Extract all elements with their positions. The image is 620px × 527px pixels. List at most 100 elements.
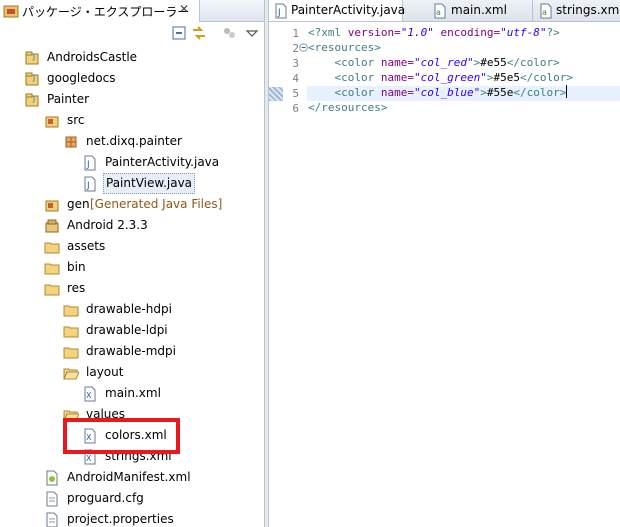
svg-text:J: J: [32, 74, 35, 82]
explorer-title: パッケージ・エクスプローラー: [22, 5, 190, 19]
line-number: 2: [292, 42, 299, 55]
folder-open-icon: [63, 368, 79, 380]
xml-tag: <color: [334, 56, 375, 69]
line-number: 4: [292, 72, 299, 85]
folder-icon: [63, 305, 79, 317]
xml-attr: encoding=: [433, 26, 501, 39]
xml-tag: <color: [334, 86, 375, 99]
xml-file-icon: a: [434, 3, 446, 19]
tree-item-label: drawable-ldpi: [86, 323, 168, 337]
tab-package-explorer[interactable]: パッケージ・エクスプローラー ✕: [0, 0, 200, 22]
tree-item-decoration: [Generated Java Files]: [90, 197, 223, 211]
svg-text:J: J: [86, 181, 90, 191]
xml-attr-value: "col_blue": [414, 86, 481, 99]
folder-icon: [63, 347, 79, 359]
tree-item-label: Android 2.3.3: [67, 218, 148, 232]
file-icon: [46, 491, 58, 507]
svg-text:a: a: [542, 8, 547, 17]
xml-attr: version=: [341, 26, 401, 39]
xml-tag: <color: [334, 71, 375, 84]
xml-text: #5e5: [493, 71, 520, 84]
svg-text:X: X: [86, 391, 92, 400]
android-project-icon: J: [25, 72, 39, 86]
tree-item-label: layout: [86, 365, 124, 379]
tab-label: strings.xml: [556, 3, 620, 17]
xml-text: #e55: [480, 56, 507, 69]
xml-editor: J PainterActivity.java a main.xml a stri…: [269, 0, 620, 527]
line-number: 1: [292, 27, 299, 40]
xml-decl-close: ?>: [546, 26, 560, 39]
explorer-tab-bar: パッケージ・エクスプローラー ✕: [0, 0, 264, 22]
android-manifest-icon: [46, 470, 58, 486]
package-explorer-view: パッケージ・エクスプローラー ✕ J AndroidsCastle Jgoogled…: [0, 0, 264, 527]
tree-item-label: googledocs: [47, 71, 116, 85]
android-project-icon: J: [25, 51, 39, 65]
xml-attr: name=: [374, 86, 414, 99]
xml-tag: </color>: [513, 86, 567, 99]
xml-tag: <resources>: [308, 41, 381, 54]
xml-tag: </color>: [506, 56, 560, 69]
folder-icon: [44, 284, 60, 296]
filter-icon[interactable]: [222, 25, 238, 41]
folder-icon: [44, 242, 60, 254]
xml-attr: name=: [374, 56, 414, 69]
tree-item-label: drawable-hdpi: [86, 302, 172, 316]
svg-text:J: J: [86, 160, 90, 170]
tree-item-label: AndroidManifest.xml: [67, 470, 191, 484]
tab-main-xml[interactable]: a main.xml: [403, 0, 533, 21]
line-number: 3: [292, 57, 299, 70]
tree-item-label: main.xml: [105, 386, 161, 400]
xml-attr-value: "col_green": [414, 71, 487, 84]
fold-collapse-icon[interactable]: [299, 43, 308, 52]
tree-item-label: PainterActivity.java: [105, 155, 220, 169]
tree-item-label: res: [67, 281, 86, 295]
collapse-all-icon[interactable]: [171, 25, 187, 41]
xml-attr-value: "utf-8": [500, 26, 547, 39]
link-with-editor-icon[interactable]: [191, 25, 207, 41]
svg-text:J: J: [32, 95, 35, 103]
android-project-icon: J: [25, 93, 39, 107]
explorer-toolbar: [0, 22, 264, 44]
view-menu-icon[interactable]: [244, 25, 260, 41]
code-line-2: <resources>: [308, 40, 381, 55]
xml-decl-open: <?xml: [308, 26, 342, 39]
close-icon[interactable]: ✕: [179, 2, 189, 16]
folder-icon: [63, 326, 79, 338]
code-line-5: <color name="col_blue">#55e</color>: [308, 85, 568, 100]
library-icon: [45, 219, 59, 233]
source-folder-icon: [45, 200, 59, 212]
xml-attr-value: "col_red": [414, 56, 474, 69]
java-file-icon: J: [84, 155, 96, 171]
text-cursor: [566, 85, 568, 98]
tree-item-label: drawable-mdpi: [86, 344, 176, 358]
xml-tag: </color>: [519, 71, 573, 84]
tree-item-label: PaintView.java: [103, 173, 196, 194]
xml-tag: </resources>: [308, 101, 388, 114]
editor-text-area[interactable]: 1 2 3 4 5 6 <?xml version="1.0" encoding…: [269, 22, 620, 527]
xml-tag: >: [480, 86, 487, 99]
svg-text:a: a: [436, 8, 441, 17]
tree-item-label: src: [67, 113, 85, 127]
tree-item-label: project.properties: [67, 512, 174, 526]
tab-painteractivity-java[interactable]: J PainterActivity.java: [269, 0, 406, 21]
java-file-icon: J: [275, 3, 287, 19]
tab-strings-xml[interactable]: a strings.xml: [533, 0, 620, 21]
code-line-3: <color name="col_red">#e55</color>: [308, 55, 560, 70]
source-folder-icon: [45, 116, 59, 128]
svg-text:J: J: [32, 53, 35, 61]
code-line-6: </resources>: [308, 100, 387, 115]
line-number-ruler: 1 2 3 4 5 6: [269, 22, 308, 527]
xml-attr: name=: [374, 71, 414, 84]
tree-item-label: bin: [67, 260, 86, 274]
code-line-4: <color name="col_green">#5e5</color>: [308, 70, 573, 85]
annotation-highlight-box: [63, 418, 180, 454]
tab-label: PainterActivity.java: [291, 3, 406, 17]
xml-attr-value: "1.0": [400, 26, 434, 39]
tree-item-label: AndroidsCastle: [47, 50, 138, 64]
package-icon: [65, 136, 77, 148]
xml-text: #55e: [486, 86, 514, 99]
xml-file-icon: X: [84, 386, 96, 402]
file-icon: [46, 512, 58, 527]
tab-label: main.xml: [451, 3, 507, 17]
tree-item-label: assets: [67, 239, 106, 253]
